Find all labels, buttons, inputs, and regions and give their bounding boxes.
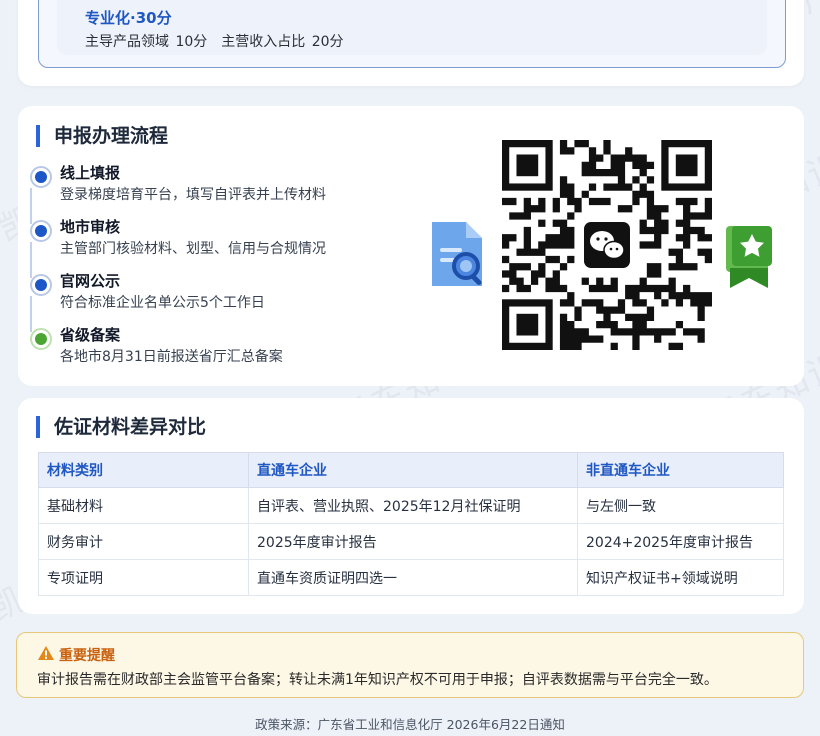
table-row: 专项证明 直通车资质证明四选一 知识产权证书+领域说明 [38,559,784,596]
specialization-title: 专业化·30分 [85,9,172,27]
step-desc: 登录梯度培育平台，填写自评表并上传材料 [60,187,326,203]
table-cell: 与左侧一致 [577,487,784,524]
comparison-title: 佐证材料差异对比 [36,416,206,438]
bookmark-star-icon [726,226,772,288]
qr-finder-pattern [502,140,553,191]
important-notice: 重要提醒 审计报告需在财政部主会监管平台备案；转让未满1年知识产权不可用于申报；… [16,632,804,698]
step-connector [30,296,32,332]
specialization-desc: 主导产品领域 10分 主营收入占比 20分 [85,34,344,50]
wechat-qr-code [502,140,712,350]
step-marker [30,220,52,242]
specialization-inner: 专业化·30分 主导产品领域 10分 主营收入占比 20分 [57,0,767,55]
process-title: 申报办理流程 [36,125,168,147]
table-cell: 知识产权证书+领域说明 [577,559,784,596]
step-connector [30,188,32,224]
step-desc: 各地市8月31日前报送省厅汇总备案 [60,349,283,365]
specialization-card: 专业化·30分 主导产品领域 10分 主营收入占比 20分 [18,0,804,86]
step-title: 线上填报 [60,164,121,182]
step-marker-final [30,328,52,350]
column-header: 非直通车企业 [577,452,784,488]
wechat-icon [580,218,634,272]
step-title: 省级备案 [60,326,121,344]
table-cell: 自评表、营业执照、2025年12月社保证明 [248,487,578,524]
qr-finder-pattern [502,299,553,350]
table-row: 财务审计 2025年度审计报告 2024+2025年度审计报告 [38,523,784,560]
step-desc: 主管部门核验材料、划型、信用与合规情况 [60,241,326,257]
comparison-card: 佐证材料差异对比 材料类别 直通车企业 非直通车企业 基础材料 自评表、营业执照… [18,398,804,614]
warning-icon [38,646,54,660]
specialization-box: 专业化·30分 主导产品领域 10分 主营收入占比 20分 [38,0,786,68]
comparison-table: 材料类别 直通车企业 非直通车企业 基础材料 自评表、营业执照、2025年12月… [38,452,784,596]
notice-title: 重要提醒 [59,648,115,664]
column-header: 材料类别 [38,452,249,488]
notice-text: 审计报告需在财政部主会监管平台备案；转让未满1年知识产权不可用于申报；自评表数据… [37,672,718,688]
column-header: 直通车企业 [248,452,578,488]
step-title: 地市审核 [60,218,121,236]
table-header-row: 材料类别 直通车企业 非直通车企业 [38,452,784,488]
table-cell: 专项证明 [38,559,249,596]
table-cell: 基础材料 [38,487,249,524]
table-cell: 直通车资质证明四选一 [248,559,578,596]
table-cell: 财务审计 [38,523,249,560]
policy-source: 政策来源：广东省工业和信息化厅 2026年6月22日通知 [255,717,565,732]
step-marker [30,166,52,188]
process-card: 申报办理流程 线上填报 登录梯度培育平台，填写自评表并上传材料 地市审核 主管部… [18,106,804,386]
step-connector [30,242,32,278]
step-desc: 符合标准企业名单公示5个工作日 [60,295,265,311]
table-cell: 2025年度审计报告 [248,523,578,560]
step-title: 官网公示 [60,272,121,290]
qr-finder-pattern [661,140,712,191]
table-row: 基础材料 自评表、营业执照、2025年12月社保证明 与左侧一致 [38,487,784,524]
table-cell: 2024+2025年度审计报告 [577,523,784,560]
step-marker [30,274,52,296]
document-search-icon [432,222,482,286]
